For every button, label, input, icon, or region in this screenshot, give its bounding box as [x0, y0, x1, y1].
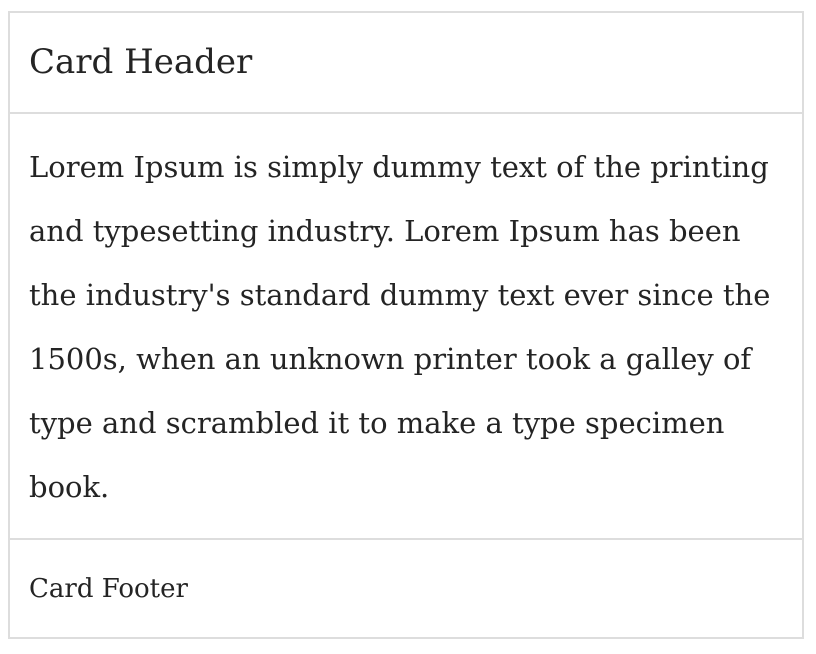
body-line-5: type and scrambled it to make a type spe…: [29, 406, 725, 440]
body-line-4: 1500s, when an unknown printer took a ga…: [29, 342, 752, 376]
card-text: Lorem Ipsum is simply dummy text of the …: [29, 135, 770, 519]
body-line-6: book.: [29, 470, 110, 504]
card-title: Card Header: [29, 42, 253, 82]
body-line-1: Lorem Ipsum is simply dummy text of the …: [29, 150, 769, 184]
card-body: Lorem Ipsum is simply dummy text of the …: [10, 114, 802, 540]
body-line-3: the industry's standard dummy text ever …: [29, 278, 771, 312]
body-line-2: and typesetting industry. Lorem Ipsum ha…: [29, 214, 741, 248]
card-footer-text: Card Footer: [29, 574, 188, 604]
card: Card Header Lorem Ipsum is simply dummy …: [8, 11, 804, 639]
card-footer: Card Footer: [10, 540, 802, 637]
card-header: Card Header: [10, 13, 802, 114]
